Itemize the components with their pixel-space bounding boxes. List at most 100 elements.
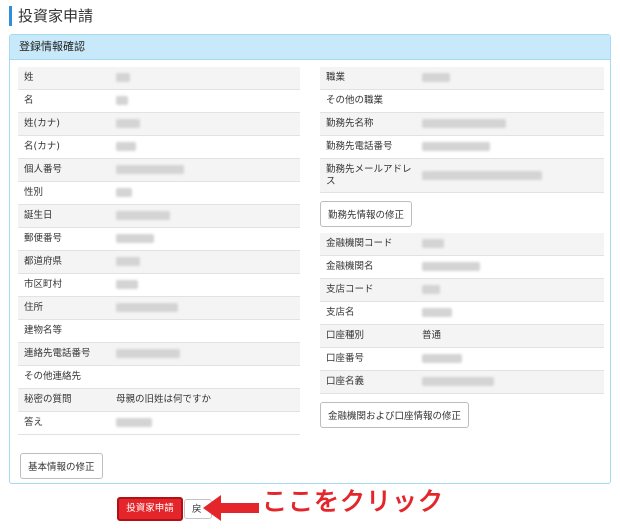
info-row: 名 <box>18 90 300 113</box>
field-value <box>114 348 300 360</box>
redacted-value <box>422 142 490 151</box>
field-label: 姓(カナ) <box>24 118 60 129</box>
edit-basic-info-button[interactable]: 基本情報の修正 <box>20 453 103 479</box>
info-row: 答え <box>18 412 300 435</box>
redacted-value <box>116 303 178 312</box>
field-value <box>420 284 604 296</box>
redacted-value <box>422 262 480 271</box>
field-label: 個人番号 <box>24 164 63 175</box>
redacted-value <box>116 280 138 289</box>
field-value <box>420 307 604 319</box>
field-value: 普通 <box>422 330 442 341</box>
click-here-callout: ここをクリック <box>262 487 445 516</box>
redacted-value <box>116 418 152 427</box>
field-label: 職業 <box>326 72 346 83</box>
field-label: 連絡先電話番号 <box>24 348 91 359</box>
info-row: 名(カナ) <box>18 136 300 159</box>
field-label: 誕生日 <box>24 210 53 221</box>
redacted-value <box>116 73 130 82</box>
field-label: その他の職業 <box>326 95 384 106</box>
redacted-value <box>116 119 140 128</box>
info-row: 姓 <box>18 67 300 90</box>
redacted-value <box>422 308 452 317</box>
field-label: 金融機関コード <box>326 238 393 249</box>
info-row: 勤務先名称 <box>320 113 604 136</box>
field-value <box>420 376 604 388</box>
info-row: 支店名 <box>320 302 604 325</box>
info-row: 郵便番号 <box>18 228 300 251</box>
field-label: 口座番号 <box>326 353 365 364</box>
info-row: 口座種別 普通 <box>320 325 604 348</box>
info-row: その他の職業 <box>320 90 604 113</box>
field-label: 勤務先メールアドレス <box>326 163 412 187</box>
field-value <box>420 238 604 250</box>
field-value <box>114 141 300 153</box>
field-label: 答え <box>24 417 44 428</box>
field-value <box>420 353 604 365</box>
info-row: 口座名義 <box>320 371 604 394</box>
field-value <box>114 72 300 84</box>
edit-bank-button[interactable]: 金融機関および口座情報の修正 <box>320 402 470 428</box>
field-value <box>114 417 300 429</box>
redacted-value <box>116 234 154 243</box>
redacted-value <box>116 165 184 174</box>
field-label: 口座名義 <box>326 376 365 387</box>
edit-employer-button[interactable]: 勤務先情報の修正 <box>320 201 413 227</box>
field-label: 建物名等 <box>24 325 63 336</box>
redacted-value <box>116 96 128 105</box>
field-value <box>114 302 300 314</box>
info-row: 勤務先メールアドレス <box>320 159 604 193</box>
info-row: その他連絡先 <box>18 366 300 389</box>
redacted-value <box>422 170 542 180</box>
info-row: 勤務先電話番号 <box>320 136 604 159</box>
redacted-value <box>116 211 170 220</box>
info-row: 支店コード <box>320 279 604 302</box>
redacted-value <box>422 285 440 294</box>
redacted-value <box>422 119 506 128</box>
left-arrow-icon <box>203 495 259 521</box>
field-label: 支店名 <box>326 307 355 318</box>
field-value <box>420 261 604 273</box>
info-row: 口座番号 <box>320 348 604 371</box>
employment-bank-list: 職業 その他の職業 勤務先名称 勤務先電話番号 勤務先メールアドレス 勤務先情報の修正 … <box>320 67 604 434</box>
field-label: 勤務先電話番号 <box>326 141 393 152</box>
field-value <box>114 210 300 222</box>
field-label: 市区町村 <box>24 279 63 290</box>
personal-info-list: 姓名姓(カナ) 名(カナ) 個人番号 性別 誕生日 郵便番号 都道府県 市区町村 住所 建物名等連… <box>18 67 300 435</box>
info-row: 誕生日 <box>18 205 300 228</box>
field-value <box>114 233 300 245</box>
field-value <box>420 170 604 182</box>
info-row: 連絡先電話番号 <box>18 343 300 366</box>
redacted-value <box>422 73 450 82</box>
redacted-value <box>116 257 140 266</box>
field-value <box>114 95 300 107</box>
field-label: その他連絡先 <box>24 371 82 382</box>
confirmation-panel: 登録情報確認 姓名姓(カナ) 名(カナ) 個人番号 性別 誕生日 郵便番号 都道府県 市区町村… <box>9 34 611 484</box>
field-label: 口座種別 <box>326 330 365 341</box>
field-label: 郵便番号 <box>24 233 63 244</box>
redacted-value <box>422 377 494 386</box>
field-value <box>114 187 300 199</box>
page-title: 投資家申請 <box>9 6 93 26</box>
info-row: 金融機関名 <box>320 256 604 279</box>
field-value <box>420 118 604 130</box>
field-label: 姓 <box>24 72 34 83</box>
info-row: 市区町村 <box>18 274 300 297</box>
info-row: 個人番号 <box>18 159 300 182</box>
field-label: 住所 <box>24 302 44 313</box>
redacted-value <box>116 142 136 151</box>
field-value <box>114 256 300 268</box>
field-label: 名(カナ) <box>24 141 60 152</box>
field-value <box>114 164 300 176</box>
field-label: 秘密の質問 <box>24 394 72 405</box>
info-row: 建物名等 <box>18 320 300 343</box>
field-value <box>114 118 300 130</box>
info-row: 性別 <box>18 182 300 205</box>
info-row: 住所 <box>18 297 300 320</box>
info-row: 職業 <box>320 67 604 90</box>
submit-investor-application-button[interactable]: 投資家申請 <box>117 497 183 521</box>
panel-title: 登録情報確認 <box>10 35 610 60</box>
field-value <box>114 279 300 291</box>
redacted-value <box>116 188 132 197</box>
field-value: 母親の旧姓は何ですか <box>116 394 212 405</box>
